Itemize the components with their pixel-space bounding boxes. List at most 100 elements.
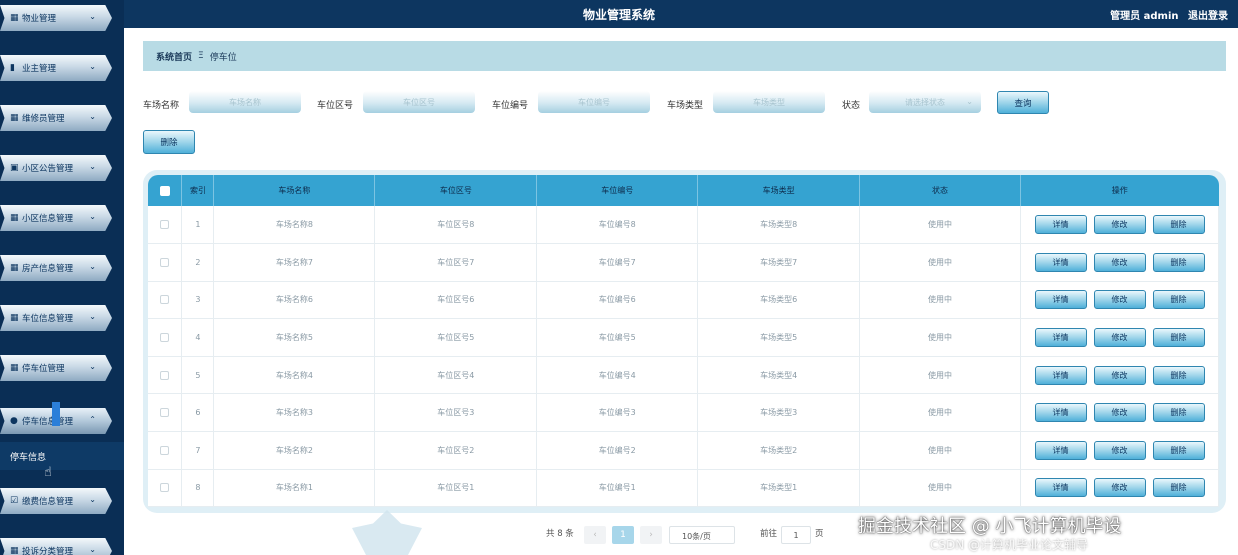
pagination-prev-button[interactable]: ‹ xyxy=(584,526,606,544)
chevron-down-icon: ⌄ xyxy=(89,262,96,271)
delete-button[interactable]: 删除 xyxy=(1152,290,1205,310)
breadcrumb-separator-icon: Ξ xyxy=(198,51,204,61)
delete-button[interactable]: 删除 xyxy=(1152,478,1205,498)
batch-delete-button[interactable]: 删除 xyxy=(143,130,195,154)
cell-space-area: 车位区号3 xyxy=(374,393,538,433)
page-unit-label: 页 xyxy=(815,529,824,539)
breadcrumb-home[interactable]: 系统首页 xyxy=(156,50,192,63)
query-button[interactable]: 查询 xyxy=(997,91,1049,114)
edit-button[interactable]: 修改 xyxy=(1093,290,1146,310)
chevron-up-icon: ⌃ xyxy=(89,415,96,424)
page-size-select[interactable]: 10条/页 xyxy=(669,526,735,544)
select-all-checkbox[interactable] xyxy=(159,185,170,196)
row-checkbox[interactable] xyxy=(160,408,170,418)
cell-lot-type: 车场类型3 xyxy=(697,393,861,433)
pagination-page-1[interactable]: 1 xyxy=(612,526,634,544)
space-area-input[interactable] xyxy=(363,91,475,113)
cell-index: 4 xyxy=(181,318,215,357)
detail-button[interactable]: 详情 xyxy=(1034,403,1087,423)
grid-icon: ▦ xyxy=(10,545,19,555)
cell-space-code: 车位编号8 xyxy=(536,206,699,245)
sidebar-item-repairman[interactable]: ▦ 维修员管理 ⌄ xyxy=(0,105,112,131)
detail-button[interactable]: 详情 xyxy=(1034,478,1087,498)
cell-space-code: 车位编号6 xyxy=(536,281,699,320)
cell-space-area: 车位区号8 xyxy=(374,206,538,245)
header-lot-name: 车场名称 xyxy=(213,175,376,206)
chevron-down-icon: ⌄ xyxy=(89,312,96,321)
logout-link[interactable]: 退出登录 xyxy=(1188,11,1228,22)
chevron-down-icon: ⌄ xyxy=(89,112,96,121)
cell-space-code: 车位编号4 xyxy=(536,356,699,395)
delete-button[interactable]: 删除 xyxy=(1152,365,1205,385)
goto-page-input[interactable] xyxy=(781,526,811,544)
edit-button[interactable]: 修改 xyxy=(1093,252,1146,272)
cell-index: 3 xyxy=(181,281,215,320)
edit-button[interactable]: 修改 xyxy=(1093,403,1146,423)
row-checkbox[interactable] xyxy=(160,370,170,380)
table-header-row: 索引 车场名称 车位区号 车位编号 车场类型 状态 操作 xyxy=(148,175,1219,206)
edit-button[interactable]: 修改 xyxy=(1093,440,1146,460)
row-select-cell xyxy=(148,318,183,357)
sidebar-item-community[interactable]: ▦ 小区信息管理 ⌄ xyxy=(0,205,112,231)
detail-button[interactable]: 详情 xyxy=(1034,328,1087,348)
edit-button[interactable]: 修改 xyxy=(1093,215,1146,235)
cell-lot-type: 车场类型8 xyxy=(697,206,861,245)
sidebar-item-parking-space[interactable]: ▦ 停车位管理 ⌄ xyxy=(0,355,112,381)
row-checkbox[interactable] xyxy=(160,257,170,267)
sidebar-item-house[interactable]: ▦ 房产信息管理 ⌄ xyxy=(0,255,112,281)
bar-chart-icon: ▮ xyxy=(10,62,15,73)
detail-button[interactable]: 详情 xyxy=(1034,365,1087,385)
space-code-label: 车位编号 xyxy=(492,101,529,111)
row-checkbox[interactable] xyxy=(160,333,170,343)
cell-index: 2 xyxy=(181,243,215,282)
space-code-input[interactable] xyxy=(538,91,650,113)
row-checkbox[interactable] xyxy=(160,483,170,493)
sidebar-item-payment[interactable]: ☑ 缴费信息管理 ⌄ xyxy=(0,488,112,514)
space-area-label: 车位区号 xyxy=(317,101,354,111)
delete-button[interactable]: 删除 xyxy=(1152,252,1205,272)
watermark-graphic xyxy=(352,510,422,555)
sidebar-item-parking-info[interactable]: ▦ 车位信息管理 ⌄ xyxy=(0,305,112,331)
edit-button[interactable]: 修改 xyxy=(1093,328,1146,348)
pagination-next-button[interactable]: › xyxy=(640,526,662,544)
delete-button[interactable]: 删除 xyxy=(1152,403,1205,423)
status-select-placeholder: 请选择状态 xyxy=(905,98,945,107)
detail-button[interactable]: 详情 xyxy=(1034,215,1087,235)
header-space-area: 车位区号 xyxy=(374,175,538,206)
delete-button[interactable]: 删除 xyxy=(1152,215,1205,235)
check-square-icon: ☑ xyxy=(10,495,19,506)
cell-status: 使用中 xyxy=(859,431,1021,470)
sidebar-item-complaint-category[interactable]: ▦ 投诉分类管理 ⌄ xyxy=(0,538,112,555)
user-name: 管理员 admin xyxy=(1110,11,1179,22)
sidebar-subitem-parking-record[interactable]: 停车信息 xyxy=(0,442,124,470)
edit-button[interactable]: 修改 xyxy=(1093,478,1146,498)
sidebar-item-owner[interactable]: ▮ 业主管理 ⌄ xyxy=(0,55,112,81)
lot-name-input[interactable] xyxy=(189,91,301,113)
edit-button[interactable]: 修改 xyxy=(1093,365,1146,385)
row-checkbox[interactable] xyxy=(160,295,170,305)
cell-space-area: 车位区号4 xyxy=(374,356,538,395)
row-select-cell xyxy=(148,356,183,395)
cell-index: 5 xyxy=(181,356,215,395)
hand-cursor-icon: ☝ xyxy=(44,465,52,480)
sidebar-item-notice[interactable]: ▣ 小区公告管理 ⌄ xyxy=(0,155,112,181)
row-select-cell xyxy=(148,243,183,282)
cell-actions: 详情 修改 删除 xyxy=(1020,243,1219,282)
delete-button[interactable]: 删除 xyxy=(1152,328,1205,348)
row-checkbox[interactable] xyxy=(160,445,170,455)
grid-icon: ▦ xyxy=(10,262,19,273)
active-indicator xyxy=(52,402,60,426)
cell-space-area: 车位区号5 xyxy=(374,318,538,357)
status-select[interactable]: 请选择状态 ⌄ xyxy=(869,91,981,113)
row-checkbox[interactable] xyxy=(160,220,170,230)
chevron-down-icon: ⌄ xyxy=(89,545,96,554)
lot-type-input[interactable] xyxy=(713,91,825,113)
detail-button[interactable]: 详情 xyxy=(1034,440,1087,460)
row-select-cell xyxy=(148,206,183,245)
delete-button[interactable]: 删除 xyxy=(1152,440,1205,460)
cell-status: 使用中 xyxy=(859,243,1021,282)
row-select-cell xyxy=(148,431,183,470)
detail-button[interactable]: 详情 xyxy=(1034,252,1087,272)
detail-button[interactable]: 详情 xyxy=(1034,290,1087,310)
grid-icon: ▦ xyxy=(10,112,19,123)
